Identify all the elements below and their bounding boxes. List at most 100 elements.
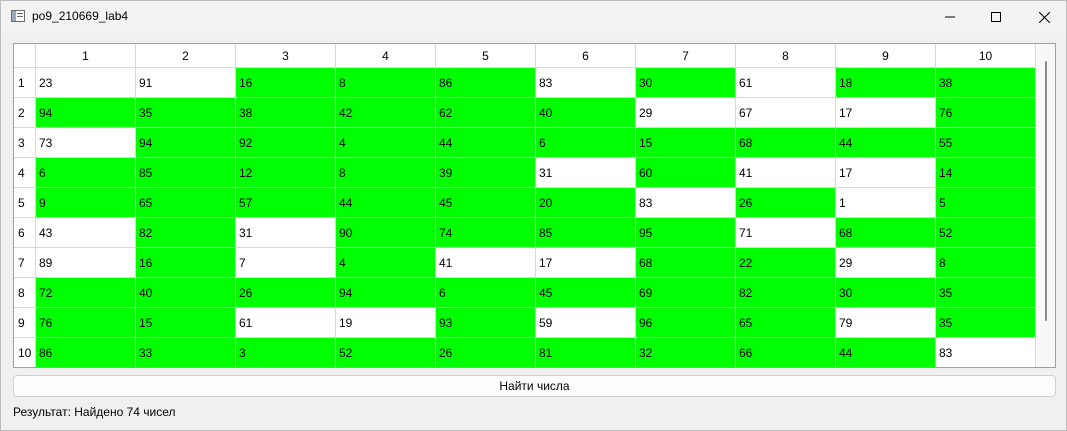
table-cell[interactable]: 59 [536,308,636,338]
row-header[interactable]: 4 [14,158,36,188]
table-cell[interactable]: 45 [536,278,636,308]
table-cell[interactable]: 35 [136,98,236,128]
table-cell[interactable]: 26 [736,188,836,218]
table-cell[interactable]: 18 [836,68,936,98]
table-cell[interactable]: 55 [936,128,1036,158]
table-cell[interactable]: 83 [536,68,636,98]
row-header[interactable]: 2 [14,98,36,128]
table-cell[interactable]: 76 [936,98,1036,128]
table-cell[interactable]: 65 [736,308,836,338]
table-cell[interactable]: 1 [836,188,936,218]
table-cell[interactable]: 30 [636,68,736,98]
table-cell[interactable]: 61 [236,308,336,338]
table-cell[interactable]: 38 [236,98,336,128]
title-bar[interactable]: po9_210669_lab4 [1,1,1066,33]
table-cell[interactable]: 83 [636,188,736,218]
table-cell[interactable]: 8 [336,158,436,188]
table-cell[interactable]: 44 [836,128,936,158]
table-cell[interactable]: 44 [336,188,436,218]
table-cell[interactable]: 29 [636,98,736,128]
numbers-table[interactable]: 1 2 3 4 5 6 7 8 9 10 1 2 3 4 5 6 7 8 9 10 23 91 16 8 86 83 30 61 1… [13,43,1056,368]
table-cell[interactable]: 16 [236,68,336,98]
column-header[interactable]: 3 [236,44,336,68]
column-header[interactable]: 9 [836,44,936,68]
table-cell[interactable]: 52 [336,338,436,367]
table-cell[interactable]: 95 [636,218,736,248]
table-cell[interactable]: 68 [836,218,936,248]
table-cell[interactable]: 40 [136,278,236,308]
table-cell[interactable]: 96 [636,308,736,338]
table-cell[interactable]: 76 [36,308,136,338]
table-cell[interactable]: 89 [36,248,136,278]
row-header[interactable]: 7 [14,248,36,278]
table-cell[interactable]: 17 [536,248,636,278]
table-cell[interactable]: 68 [636,248,736,278]
row-header[interactable]: 6 [14,218,36,248]
column-header[interactable]: 10 [936,44,1036,68]
row-header[interactable]: 5 [14,188,36,218]
table-cell[interactable]: 4 [336,248,436,278]
column-header[interactable]: 8 [736,44,836,68]
table-cell[interactable]: 14 [936,158,1036,188]
table-cell[interactable]: 57 [236,188,336,218]
column-header[interactable]: 5 [436,44,536,68]
table-cell[interactable]: 6 [36,158,136,188]
table-cell[interactable]: 8 [936,248,1036,278]
table-cell[interactable]: 31 [536,158,636,188]
table-cell[interactable]: 29 [836,248,936,278]
table-cell[interactable]: 74 [436,218,536,248]
column-header[interactable]: 6 [536,44,636,68]
table-cell[interactable]: 73 [36,128,136,158]
table-cell[interactable]: 72 [36,278,136,308]
table-cell[interactable]: 16 [136,248,236,278]
table-cell[interactable]: 61 [736,68,836,98]
table-cell[interactable]: 86 [436,68,536,98]
table-cell[interactable]: 60 [636,158,736,188]
row-header[interactable]: 10 [14,338,36,367]
table-cell[interactable]: 42 [336,98,436,128]
table-cell[interactable]: 94 [336,278,436,308]
table-cell[interactable]: 32 [636,338,736,367]
table-cell[interactable]: 31 [236,218,336,248]
table-cell[interactable]: 85 [536,218,636,248]
table-cell[interactable]: 86 [36,338,136,367]
table-cell[interactable]: 82 [736,278,836,308]
table-cell[interactable]: 8 [336,68,436,98]
table-cell[interactable]: 66 [736,338,836,367]
table-cell[interactable]: 38 [936,68,1036,98]
table-cell[interactable]: 93 [436,308,536,338]
table-cell[interactable]: 26 [436,338,536,367]
table-cell[interactable]: 43 [36,218,136,248]
find-numbers-button[interactable]: Найти числа [13,375,1056,397]
table-cell[interactable]: 82 [136,218,236,248]
table-cell[interactable]: 41 [436,248,536,278]
table-cell[interactable]: 62 [436,98,536,128]
table-cell[interactable]: 15 [136,308,236,338]
table-corner-button[interactable] [14,44,36,68]
table-cell[interactable]: 44 [436,128,536,158]
table-cell[interactable]: 81 [536,338,636,367]
table-cell[interactable]: 35 [936,278,1036,308]
table-cell[interactable]: 12 [236,158,336,188]
table-cell[interactable]: 22 [736,248,836,278]
row-header[interactable]: 9 [14,308,36,338]
table-cell[interactable]: 40 [536,98,636,128]
maximize-button[interactable] [973,1,1019,33]
table-cell[interactable]: 45 [436,188,536,218]
table-cell[interactable]: 15 [636,128,736,158]
table-cell[interactable]: 5 [936,188,1036,218]
table-cell[interactable]: 17 [836,158,936,188]
table-cell[interactable]: 41 [736,158,836,188]
table-cell[interactable]: 30 [836,278,936,308]
column-header[interactable]: 2 [136,44,236,68]
table-cell[interactable]: 9 [36,188,136,218]
table-cell[interactable]: 26 [236,278,336,308]
table-cell[interactable]: 6 [536,128,636,158]
table-cell[interactable]: 68 [736,128,836,158]
table-cell[interactable]: 33 [136,338,236,367]
table-cell[interactable]: 44 [836,338,936,367]
row-header[interactable]: 8 [14,278,36,308]
table-cell[interactable]: 6 [436,278,536,308]
table-cell[interactable]: 79 [836,308,936,338]
table-cell[interactable]: 17 [836,98,936,128]
